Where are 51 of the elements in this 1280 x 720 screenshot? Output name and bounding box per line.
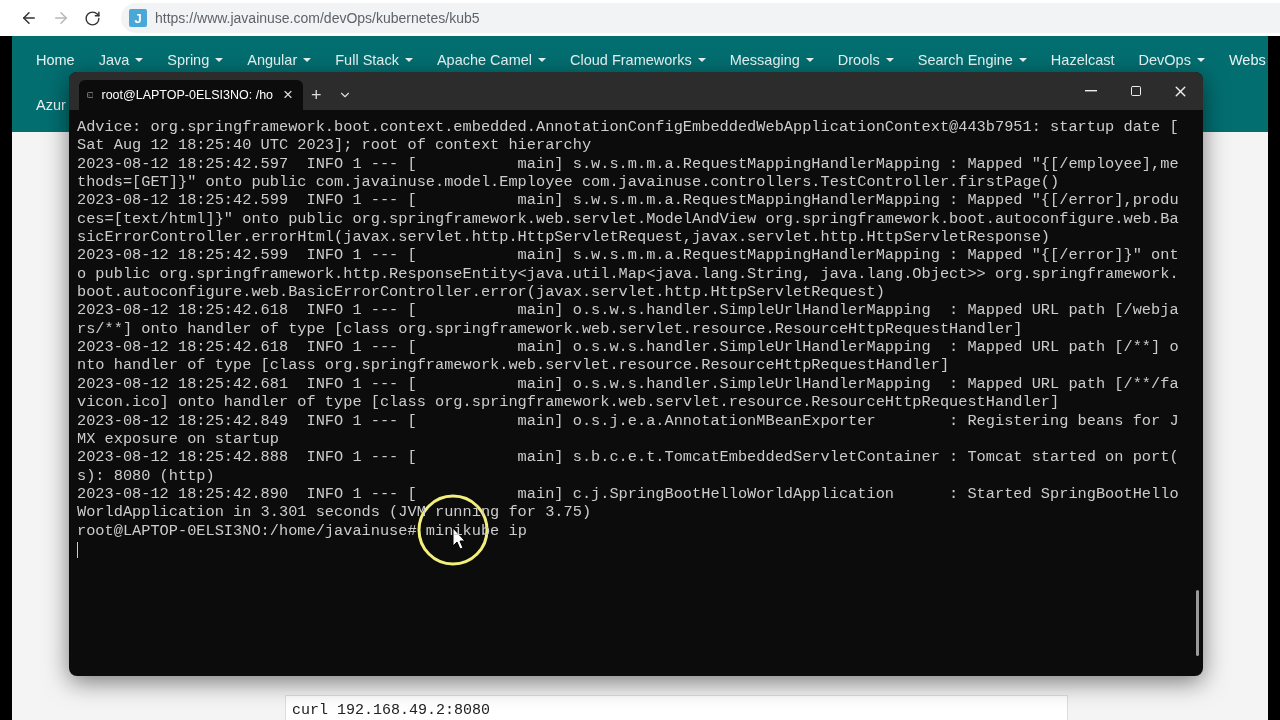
terminal-line: 2023-08-12 18:25:42.890 INFO 1 --- [ main] c.j.SpringBootHelloWorldApplication : Started SpringBootHello — [77, 484, 1180, 504]
shell-prompt: root@LAPTOP-0ELSI3NO:/home/javainuse# — [77, 521, 417, 540]
nav-link[interactable]: Home — [36, 44, 75, 76]
nav-link[interactable]: Angular — [247, 44, 312, 76]
url-text: https://www.javainuse.com/devOps/kubernetes/kub5 — [155, 10, 480, 26]
back-button[interactable] — [20, 9, 38, 27]
nav-link[interactable]: Cloud Frameworks — [570, 44, 706, 76]
text-cursor — [77, 541, 78, 558]
site-favicon: J — [129, 9, 147, 27]
terminal-line: 2023-08-12 18:25:42.888 INFO 1 --- [ main] s.b.c.e.t.TomcatEmbeddedServletContainer : Tomcat started on port( — [77, 448, 1180, 467]
terminal-line: 2023-08-12 18:25:42.599 INFO 1 --- [ main] s.w.s.m.m.a.RequestMappingHandlerMapping : Mapped "{[/error],produ — [77, 191, 1180, 210]
nav-link[interactable]: Messaging — [729, 44, 814, 76]
nav-link[interactable]: Full Stack — [335, 44, 413, 76]
nav-link[interactable]: Webs — [1228, 44, 1266, 76]
terminal-line: ces=[text/html]}" onto public org.springframework.web.servlet.ModelAndView org.springframework.boot.autoconfigure.web.Ba — [77, 209, 1180, 229]
tab-title: root@LAPTOP-0ELSI3NO: /ho — [101, 88, 274, 102]
scrollbar-thumb[interactable] — [1196, 590, 1199, 656]
nav-link[interactable]: Hazelcast — [1050, 44, 1115, 76]
reload-button[interactable] — [84, 9, 101, 27]
terminal-line: 2023-08-12 18:25:42.618 INFO 1 --- [ main] o.s.w.s.handler.SimpleUrlHandlerMapping : Mapped URL path [/webja — [77, 301, 1180, 320]
terminal-line: Sat Aug 12 18:25:40 UTC 2023]; root of context hierarchy — [77, 136, 593, 155]
nav-link[interactable]: Search Engine — [917, 44, 1027, 76]
terminal-line: thods=[GET]}" onto public com.javainuse.model.Employee com.javainuse.controllers.TestController.firstPage() — [77, 173, 1061, 192]
terminal-line: MX exposure on startup — [77, 429, 280, 449]
nav-link[interactable]: Apache Camel — [436, 44, 546, 76]
maximize-icon — [1129, 85, 1142, 97]
terminal-line: 2023-08-12 18:25:42.599 INFO 1 --- [ main] s.w.s.m.m.a.RequestMappingHandlerMapping : Mapped "{[/error]}" ont — [77, 246, 1180, 265]
nav-link[interactable]: DevOps — [1138, 44, 1205, 76]
forward-button[interactable] — [52, 9, 70, 27]
nav-link[interactable]: Spring — [167, 44, 224, 76]
new-tab-button[interactable]: + — [303, 80, 330, 110]
nav-link[interactable]: Azur — [36, 89, 66, 121]
terminal-line: nto handler of type [class org.springframework.web.servlet.resource.ResourceHttpRequestHandler] — [77, 356, 951, 375]
terminal-line: vicon.ico] onto handler of type [class org.springframework.web.servlet.resource.ResourceHttpRequestHandler] — [77, 393, 1061, 412]
nav-link[interactable]: Java — [98, 44, 144, 76]
terminal-line: 2023-08-12 18:25:42.597 INFO 1 --- [ main] s.w.s.m.m.a.RequestMappingHandlerMapping : Mapped "{[/employee],me — [77, 154, 1180, 174]
terminal-line: 2023-08-12 18:25:42.681 INFO 1 --- [ main] o.s.w.s.handler.SimpleUrlHandlerMapping : Mapped URL path [/**/fa — [77, 374, 1180, 394]
terminal-tab[interactable]: root@LAPTOP-0ELSI3NO: /ho × — [79, 80, 303, 110]
code-block: curl 192.168.49.2:8080 — [285, 695, 1068, 720]
minimize-icon — [1084, 90, 1097, 92]
terminal-line: boot.autoconfigure.web.BasicErrorController.error(javax.servlet.http.HttpServletRequest) — [77, 283, 886, 302]
address-bar[interactable]: J https://www.javainuse.com/devOps/kubernetes/kub5 — [121, 3, 1280, 33]
terminal-line: sicErrorController.errorHtml(javax.servlet.http.HttpServletRequest,javax.servlet.http.HttpServletResponse) — [77, 228, 1052, 247]
terminal-line: Advice: org.springframework.boot.context.embedded.AnnotationConfigEmbeddedWebApplicationContext@443b7951: startup date [ — [77, 118, 1180, 137]
terminal-line: o public org.springframework.http.ResponseEntity<java.util.Map<java.lang.String, java.lang.Object>> org.springframework. — [77, 264, 1180, 284]
nav-link[interactable]: Drools — [837, 44, 894, 76]
terminal-line: 2023-08-12 18:25:42.849 INFO 1 --- [ main] o.s.j.e.a.AnnotationMBeanExporter : Registering beans for J — [77, 411, 1180, 430]
terminal-line: rs/**] onto handler of type [class org.springframework.web.servlet.resource.ResourceHttpRequestHandler] — [77, 319, 1024, 339]
close-tab-button[interactable]: × — [281, 85, 295, 105]
terminal-line: s): 8080 (http) — [77, 466, 216, 485]
terminal-line: 2023-08-12 18:25:42.618 INFO 1 --- [ main] o.s.w.s.handler.SimpleUrlHandlerMapping : Mapped URL path [/**] o — [77, 338, 1180, 357]
